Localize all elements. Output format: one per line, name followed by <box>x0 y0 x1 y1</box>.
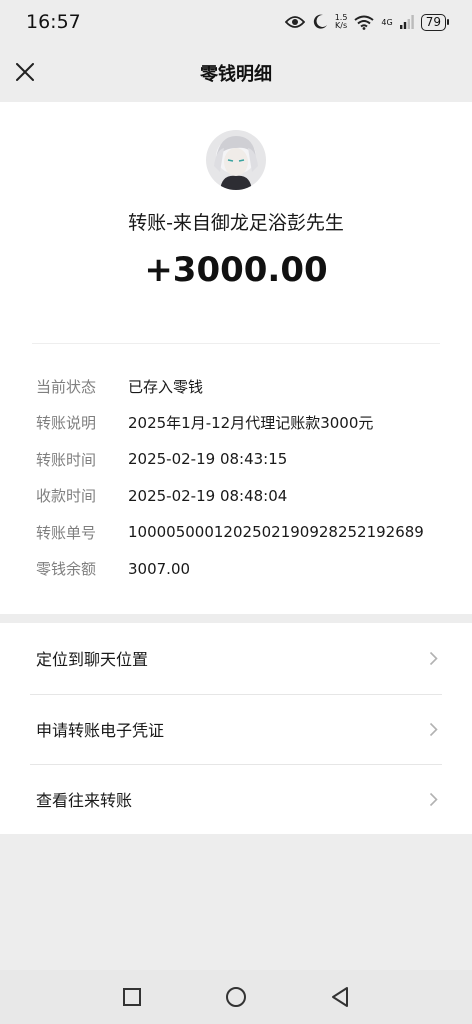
system-nav-bar <box>0 970 472 1024</box>
request-voucher-button[interactable]: 申请转账电子凭证 <box>0 693 472 765</box>
detail-value: 2025-02-19 08:48:04 <box>128 486 288 505</box>
square-icon <box>123 988 141 1006</box>
detail-row-order-number: 转账单号 1000050001202502190928252192689 <box>36 514 456 551</box>
view-transfers-button[interactable]: 查看往来转账 <box>0 764 472 835</box>
recents-button[interactable] <box>112 977 152 1017</box>
chevron-right-icon <box>429 651 438 666</box>
detail-value: 2025-02-19 08:43:15 <box>128 450 288 469</box>
menu-item-label: 申请转账电子凭证 <box>36 720 165 740</box>
page-title: 零钱明细 <box>200 64 272 85</box>
detail-row-receive-time: 收款时间 2025-02-19 08:48:04 <box>36 478 456 515</box>
locate-chat-button[interactable]: 定位到聊天位置 <box>0 623 472 694</box>
nav-bar: 零钱明细 <box>0 44 472 102</box>
status-bar: 16:57 1.5 K/s 4G 79 <box>0 0 472 44</box>
battery-indicator: 79 <box>420 13 450 31</box>
detail-label: 转账说明 <box>36 414 97 433</box>
transaction-card: 转账-来自御龙足浴彭先生 +3000.00 当前状态 已存入零钱 转账说明 20… <box>0 102 472 614</box>
menu-item-label: 定位到聊天位置 <box>36 650 149 670</box>
detail-value: 2025年1月-12月代理记账款3000元 <box>128 414 374 433</box>
network-type: 4G <box>381 17 393 27</box>
detail-row-balance: 零钱余额 3007.00 <box>36 551 456 588</box>
divider <box>32 343 440 344</box>
detail-value: 1000050001202502190928252192689 <box>128 523 424 542</box>
detail-list: 当前状态 已存入零钱 转账说明 2025年1月-12月代理记账款3000元 转账… <box>36 368 456 587</box>
detail-label: 当前状态 <box>36 377 97 396</box>
network-speed: 1.5 K/s <box>335 14 348 30</box>
speed-unit: K/s <box>335 21 348 30</box>
wifi-icon <box>354 15 375 30</box>
transfer-amount: +3000.00 <box>144 250 328 290</box>
avatar <box>206 130 266 190</box>
triangle-back-icon <box>332 987 348 1007</box>
status-icons: 1.5 K/s 4G 79 <box>284 13 450 31</box>
detail-label: 转账单号 <box>36 523 97 542</box>
moon-icon <box>312 14 328 30</box>
detail-row-description: 转账说明 2025年1月-12月代理记账款3000元 <box>36 405 456 442</box>
home-button[interactable] <box>216 977 256 1017</box>
detail-label: 零钱余额 <box>36 560 97 579</box>
transfer-title: 转账-来自御龙足浴彭先生 <box>128 212 344 234</box>
detail-value: 3007.00 <box>128 559 191 578</box>
detail-row-transfer-time: 转账时间 2025-02-19 08:43:15 <box>36 441 456 478</box>
action-menu: 定位到聊天位置 申请转账电子凭证 查看往来转账 <box>0 623 472 834</box>
chevron-right-icon <box>429 722 438 736</box>
status-time: 16:57 <box>26 11 81 33</box>
chevron-right-icon <box>429 792 438 807</box>
detail-row-status: 当前状态 已存入零钱 <box>36 368 456 405</box>
detail-value: 已存入零钱 <box>128 377 204 396</box>
signal-icon <box>399 15 414 29</box>
circle-icon <box>226 987 246 1007</box>
eye-icon <box>284 15 305 29</box>
detail-label: 转账时间 <box>36 450 97 469</box>
detail-label: 收款时间 <box>36 487 97 506</box>
close-icon <box>16 63 34 81</box>
close-button[interactable] <box>14 61 36 83</box>
back-button[interactable] <box>320 977 360 1017</box>
menu-item-label: 查看往来转账 <box>36 791 133 811</box>
